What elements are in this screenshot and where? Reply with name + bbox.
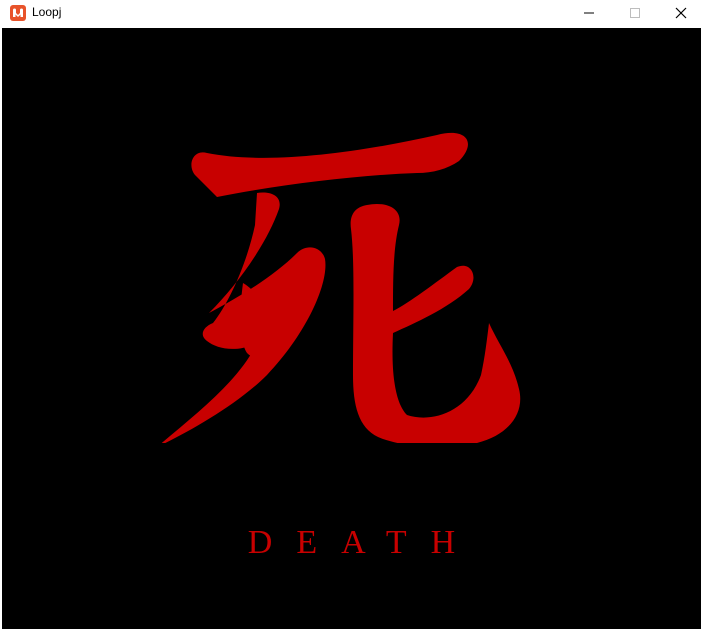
kanji-death-glyph: 死 — [161, 132, 521, 443]
death-caption: DEATH — [247, 524, 480, 561]
maximize-button[interactable] — [612, 0, 658, 26]
maximize-icon — [630, 8, 640, 18]
window-title: Loopj — [32, 5, 62, 19]
app-window: Loopj 死 — [0, 0, 706, 632]
monogame-icon — [10, 5, 26, 21]
minimize-icon — [584, 12, 594, 14]
game-canvas[interactable]: 死 DEATH — [2, 28, 701, 629]
close-icon — [675, 7, 687, 19]
close-button[interactable] — [658, 0, 704, 26]
title-bar[interactable]: Loopj — [0, 0, 706, 26]
minimize-button[interactable] — [566, 0, 612, 26]
